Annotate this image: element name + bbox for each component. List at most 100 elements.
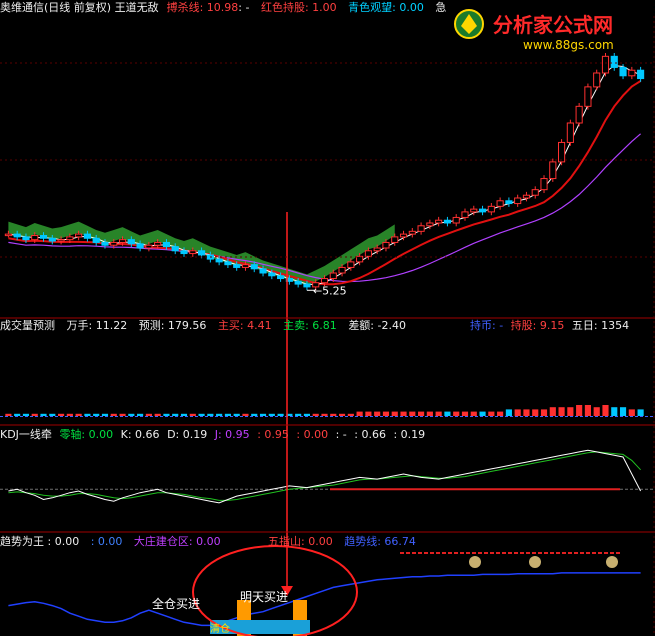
volume-bar [461, 411, 469, 416]
ma-long-line [8, 133, 641, 283]
volume-bar [330, 413, 337, 416]
candle-body [110, 241, 118, 246]
volume-bar [321, 413, 328, 416]
candle-body [382, 241, 390, 249]
volume-bar [637, 409, 644, 416]
candle-body [241, 264, 250, 268]
candle-body [127, 239, 135, 245]
volume-bar [470, 411, 477, 416]
money-bag-icon [469, 556, 481, 568]
candle-body [549, 161, 557, 180]
volume-bar [303, 413, 311, 416]
volume-forecast: 预测: 179.56 [138, 319, 207, 332]
low-price-label: ←5.25 [313, 284, 347, 297]
volume-bar [268, 413, 275, 416]
candle-body [452, 216, 460, 224]
volume-bar [356, 411, 363, 416]
logo-name: 分析家公式网 [493, 13, 613, 37]
kdj-v4: : 0.66 [354, 428, 386, 441]
candle-body [391, 236, 399, 243]
volume-bar [540, 409, 548, 416]
main-title: 奥维通信(日线 前复权) 王道无敌 [0, 1, 159, 14]
candle-body [514, 197, 522, 205]
volume-bar [409, 411, 416, 416]
volume-bar [110, 413, 117, 416]
volume-bar [479, 411, 486, 416]
kdj-v5: : 0.19 [393, 428, 426, 441]
candle-body [294, 280, 302, 285]
candle-body [189, 250, 197, 255]
volume-bar [312, 413, 319, 416]
kdj-d-line [8, 451, 641, 501]
volume-bar [338, 413, 346, 416]
candle-body [426, 222, 434, 227]
site-logo: 分析家公式网 www.88gs.com [451, 2, 651, 54]
volume-bar [619, 407, 627, 416]
volume-bar [154, 413, 161, 416]
candle-body [575, 105, 583, 124]
kdj-k: K: 0.66 [120, 428, 160, 441]
money-bag-icon [606, 556, 618, 568]
volume-bar [58, 413, 65, 416]
volume-wanshou: 万手: 11.22 [66, 319, 128, 332]
volume-header: 成交量预测 万手: 11.22 预测: 179.56 主买: 4.41 主卖: … [0, 318, 414, 334]
volume-bar [101, 413, 109, 416]
volume-bar [277, 413, 284, 416]
volume-bar [172, 413, 179, 416]
candle-body [531, 189, 539, 196]
volume-bar [251, 413, 258, 416]
volume-bar [514, 409, 521, 416]
candle-body [48, 237, 56, 242]
candle-body [66, 236, 74, 241]
candle-body [145, 244, 153, 249]
volume-bar [549, 407, 556, 416]
candle-body [197, 250, 206, 256]
red-hold-label: 红色持股: 1.00 [260, 1, 337, 14]
volume-bar [137, 413, 144, 416]
volume-bar [523, 409, 530, 416]
volume-bar [207, 413, 214, 416]
volume-bar [391, 411, 398, 416]
volume-header-right: 持币: - 持股: 9.15 五日: 1354 [470, 318, 637, 334]
candle-body [57, 239, 65, 242]
candle-body [171, 246, 179, 252]
kdj-zero: 零轴: 0.00 [59, 428, 114, 441]
candle-body [268, 272, 276, 277]
volume-title: 成交量预测 [0, 319, 55, 332]
kdj-v3: : - [335, 428, 347, 441]
candle-body [373, 247, 381, 252]
volume-bar [216, 413, 223, 416]
candle-body [92, 237, 100, 243]
volume-bar [593, 407, 600, 416]
kdj-v1: : 0.95 [257, 428, 289, 441]
volume-bar [365, 411, 372, 416]
volume-bar [453, 411, 460, 416]
candle-body [558, 141, 566, 163]
volume-bar [66, 413, 73, 416]
volume-bar [602, 405, 609, 416]
candle-body [601, 55, 610, 74]
volume-bar [374, 411, 381, 416]
candle-body [408, 230, 416, 235]
volume-five-day: 五日: 1354 [571, 319, 630, 332]
candle-body [277, 275, 285, 280]
trend-panel [8, 552, 641, 636]
candle-body [320, 278, 329, 284]
volume-bar [49, 413, 56, 416]
volume-bar [505, 409, 512, 416]
candle-body [540, 178, 548, 191]
full-buy-label: 全仓买进 [152, 596, 200, 611]
kill-line-suffix: : - [238, 1, 250, 14]
logo-url: www.88gs.com [523, 38, 614, 52]
volume-panel [0, 405, 655, 417]
candle-body [338, 266, 346, 274]
volume-bar [75, 413, 82, 416]
kdj-k-line [8, 449, 642, 504]
volume-bar [163, 413, 170, 416]
volume-bar [558, 407, 565, 416]
candle-body [303, 283, 311, 288]
kdj-d: D: 0.19 [167, 428, 208, 441]
volume-bar [628, 409, 635, 416]
volume-bar [233, 413, 240, 416]
candle-body [154, 241, 162, 246]
